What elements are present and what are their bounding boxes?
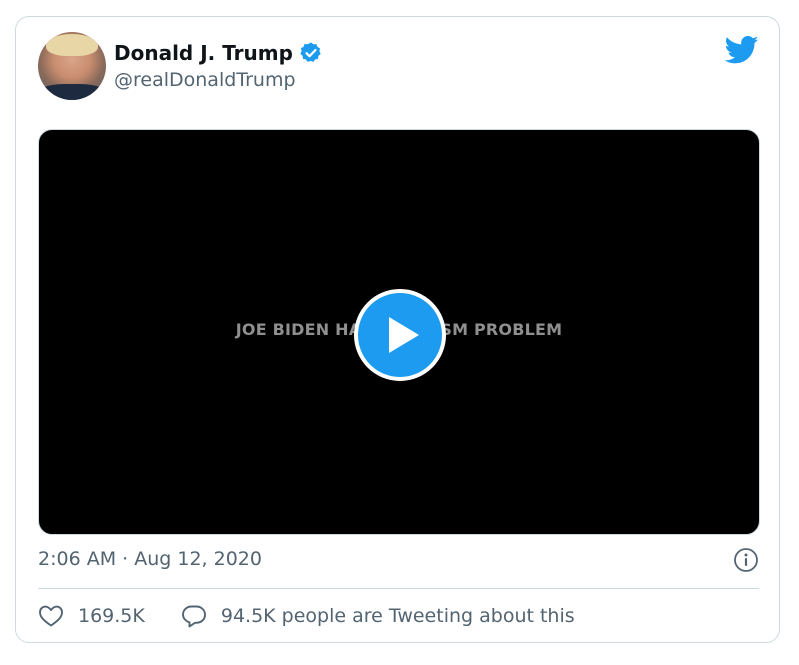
speech-bubble-icon bbox=[181, 605, 206, 628]
tweet-actions: 169.5K 94.5K people are Tweeting about t… bbox=[38, 604, 575, 628]
video-player[interactable]: JOE BIDEN HAS A RACISM PROBLEM bbox=[38, 129, 760, 535]
author-handle[interactable]: @realDonaldTrump bbox=[114, 69, 296, 91]
divider bbox=[38, 588, 759, 589]
author-name-row[interactable]: Donald J. Trump bbox=[114, 41, 323, 65]
author-display-name[interactable]: Donald J. Trump bbox=[114, 41, 293, 65]
play-button[interactable] bbox=[354, 289, 446, 381]
twitter-bird-icon[interactable] bbox=[725, 35, 759, 65]
avatar-suit bbox=[38, 84, 106, 100]
tweeting-about-link[interactable]: 94.5K people are Tweeting about this bbox=[181, 604, 575, 628]
tweeting-about-text: 94.5K people are Tweeting about this bbox=[220, 605, 575, 627]
avatar[interactable] bbox=[38, 32, 106, 100]
avatar-hair bbox=[46, 34, 98, 56]
tweet-timestamp[interactable]: 2:06 AM · Aug 12, 2020 bbox=[38, 548, 262, 570]
like-button[interactable]: 169.5K bbox=[38, 604, 145, 628]
play-icon bbox=[389, 317, 419, 353]
verified-badge-icon bbox=[300, 42, 321, 62]
tweet-embed-card[interactable]: Donald J. Trump @realDonaldTrump JOE BID… bbox=[15, 16, 780, 643]
info-icon[interactable] bbox=[733, 547, 759, 573]
heart-icon bbox=[39, 605, 63, 627]
like-count: 169.5K bbox=[78, 605, 145, 627]
